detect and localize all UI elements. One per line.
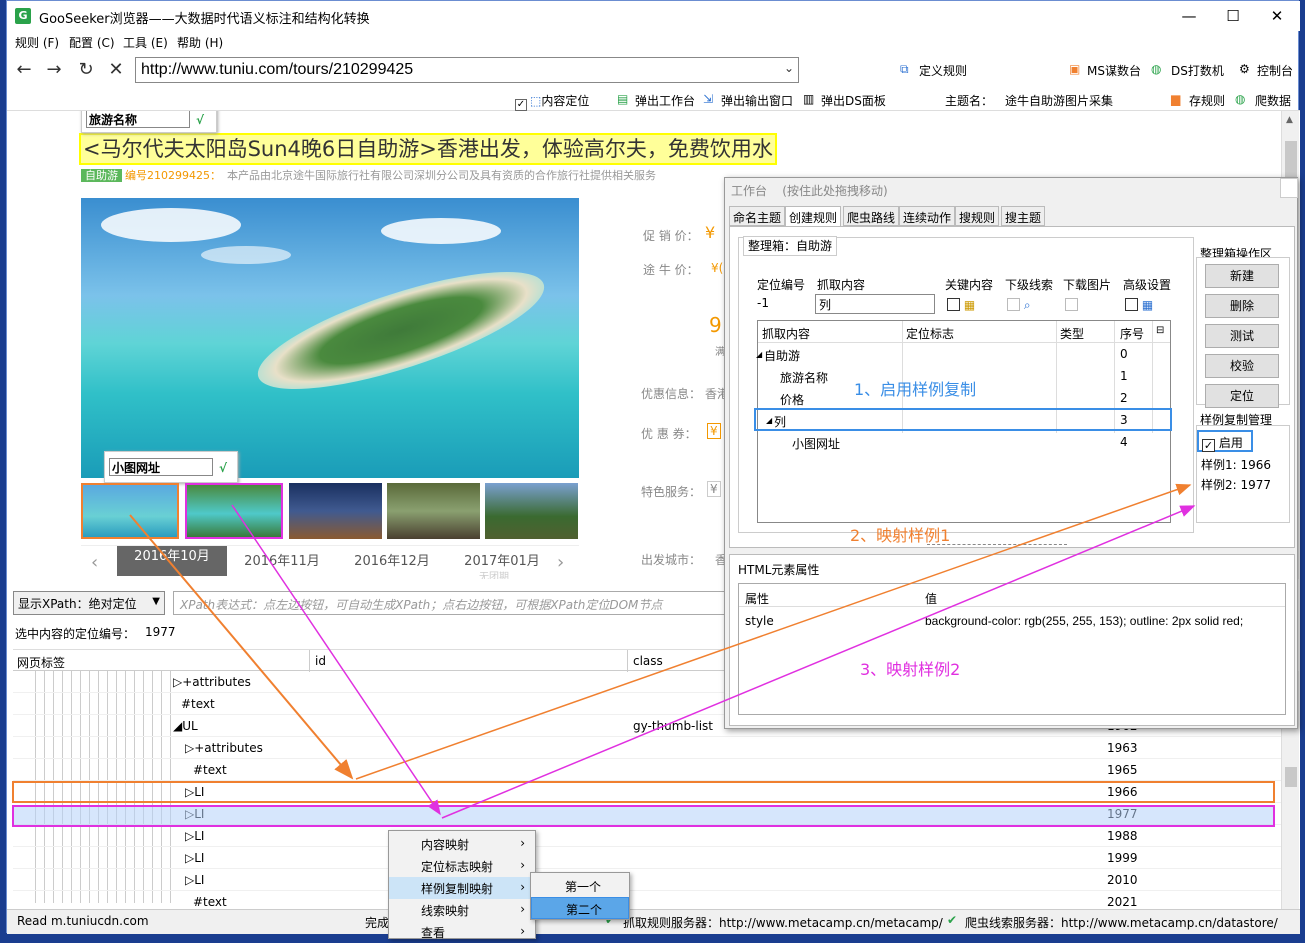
submenu-second[interactable]: 第二个	[531, 897, 629, 919]
annotation-step-1: 1、启用样例复制	[854, 380, 977, 399]
arrow-li1966-to-sample1	[355, 483, 1192, 780]
submenu: 第一个 第二个	[530, 872, 630, 920]
menu-content-map[interactable]: 内容映射 ›	[389, 833, 535, 855]
submenu-first[interactable]: 第一个	[531, 875, 629, 897]
arrow-thumb2-to-li1977	[231, 504, 441, 816]
menu-clue-map[interactable]: 线索映射 ›	[389, 899, 535, 921]
menu-locate-map[interactable]: 定位标志映射 ›	[389, 855, 535, 877]
annotation-step-2: 2、映射样例1	[850, 526, 951, 545]
annotation-arrows	[129, 483, 1196, 819]
menu-view[interactable]: 查看 ›	[389, 921, 535, 943]
arrow-thumb1-to-li1966	[129, 514, 354, 780]
context-menu: 内容映射 › 定位标志映射 › 样例复制映射 › 线索映射 › 查看 ›	[388, 830, 536, 940]
arrow-li1977-to-sample2	[441, 505, 1196, 819]
annotation-step-3: 3、映射样例2	[860, 660, 961, 679]
menu-sample-copy-map[interactable]: 样例复制映射 ›	[389, 877, 535, 899]
